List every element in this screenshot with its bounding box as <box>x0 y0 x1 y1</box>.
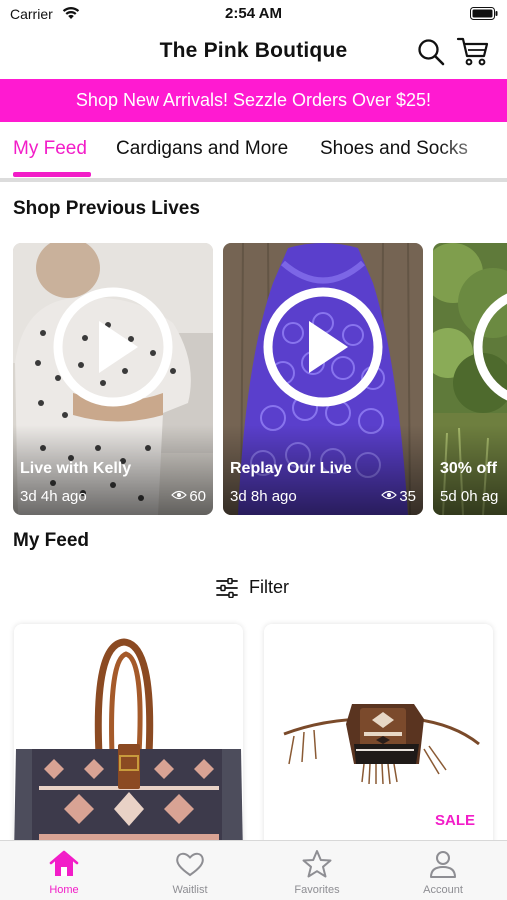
live-card[interactable]: 30% off 5d 0h ag <box>433 243 507 515</box>
tab-cardigans-and-more[interactable]: Cardigans and More <box>116 138 288 160</box>
tab-bar-home[interactable]: Home <box>1 841 127 900</box>
tab-my-feed[interactable]: My Feed <box>13 138 87 160</box>
live-views: 35 <box>381 488 416 505</box>
tab-bar-waitlist-label: Waitlist <box>172 884 208 896</box>
bottom-tab-bar: Home Waitlist Favorites Account <box>0 840 507 900</box>
tab-bar-account[interactable]: Account <box>380 841 506 900</box>
tab-bar-account-label: Account <box>423 884 463 896</box>
play-icon[interactable] <box>472 286 507 408</box>
status-time: 2:54 AM <box>225 5 282 22</box>
home-icon <box>49 850 79 876</box>
filter-label: Filter <box>249 577 289 597</box>
lives-carousel[interactable]: Live with Kelly 3d 4h ago 60 Replay Our … <box>0 243 507 515</box>
app-header: The Pink Boutique <box>0 28 507 78</box>
product-card[interactable]: SALE <box>264 624 493 854</box>
status-bar: Carrier 2:54 AM <box>0 0 507 28</box>
eye-icon <box>171 490 188 500</box>
play-icon[interactable] <box>52 286 174 408</box>
battery-icon <box>470 7 498 20</box>
tab-bar-waitlist[interactable]: Waitlist <box>127 841 253 900</box>
product-card[interactable] <box>14 624 243 854</box>
live-time: 3d 4h ago <box>20 488 87 505</box>
tabs-fade <box>437 122 507 180</box>
search-icon[interactable] <box>416 37 446 67</box>
live-title: Replay Our Live <box>230 460 352 477</box>
eye-icon <box>381 490 398 500</box>
live-time: 3d 8h ago <box>230 488 297 505</box>
live-views-count: 35 <box>399 488 416 505</box>
sale-badge: SALE <box>434 812 475 829</box>
product-image <box>14 624 243 854</box>
cart-icon[interactable] <box>456 35 490 67</box>
live-time: 5d 0h ag <box>440 488 499 505</box>
promo-banner[interactable]: Shop New Arrivals! Sezzle Orders Over $2… <box>0 79 507 122</box>
live-title: Live with Kelly <box>20 460 132 477</box>
person-icon <box>430 851 456 878</box>
tab-bar-favorites-label: Favorites <box>294 884 340 896</box>
active-tab-indicator <box>13 172 91 177</box>
tab-bar-home-label: Home <box>49 884 79 896</box>
category-tabs: My Feed Cardigans and More Shoes and Soc… <box>0 122 507 180</box>
star-icon <box>302 850 332 878</box>
play-icon[interactable] <box>262 286 384 408</box>
heart-icon <box>176 852 204 877</box>
live-title: 30% off <box>440 460 497 477</box>
live-card[interactable]: Live with Kelly 3d 4h ago 60 <box>13 243 213 515</box>
live-views-count: 60 <box>189 488 206 505</box>
live-views: 60 <box>171 488 206 505</box>
tabs-divider <box>0 178 507 182</box>
live-card[interactable]: Replay Our Live 3d 8h ago 35 <box>223 243 423 515</box>
section-title-my-feed: My Feed <box>13 530 90 551</box>
tab-bar-favorites[interactable]: Favorites <box>254 841 380 900</box>
section-title-previous-lives: Shop Previous Lives <box>13 198 200 219</box>
filter-icon <box>216 578 238 598</box>
